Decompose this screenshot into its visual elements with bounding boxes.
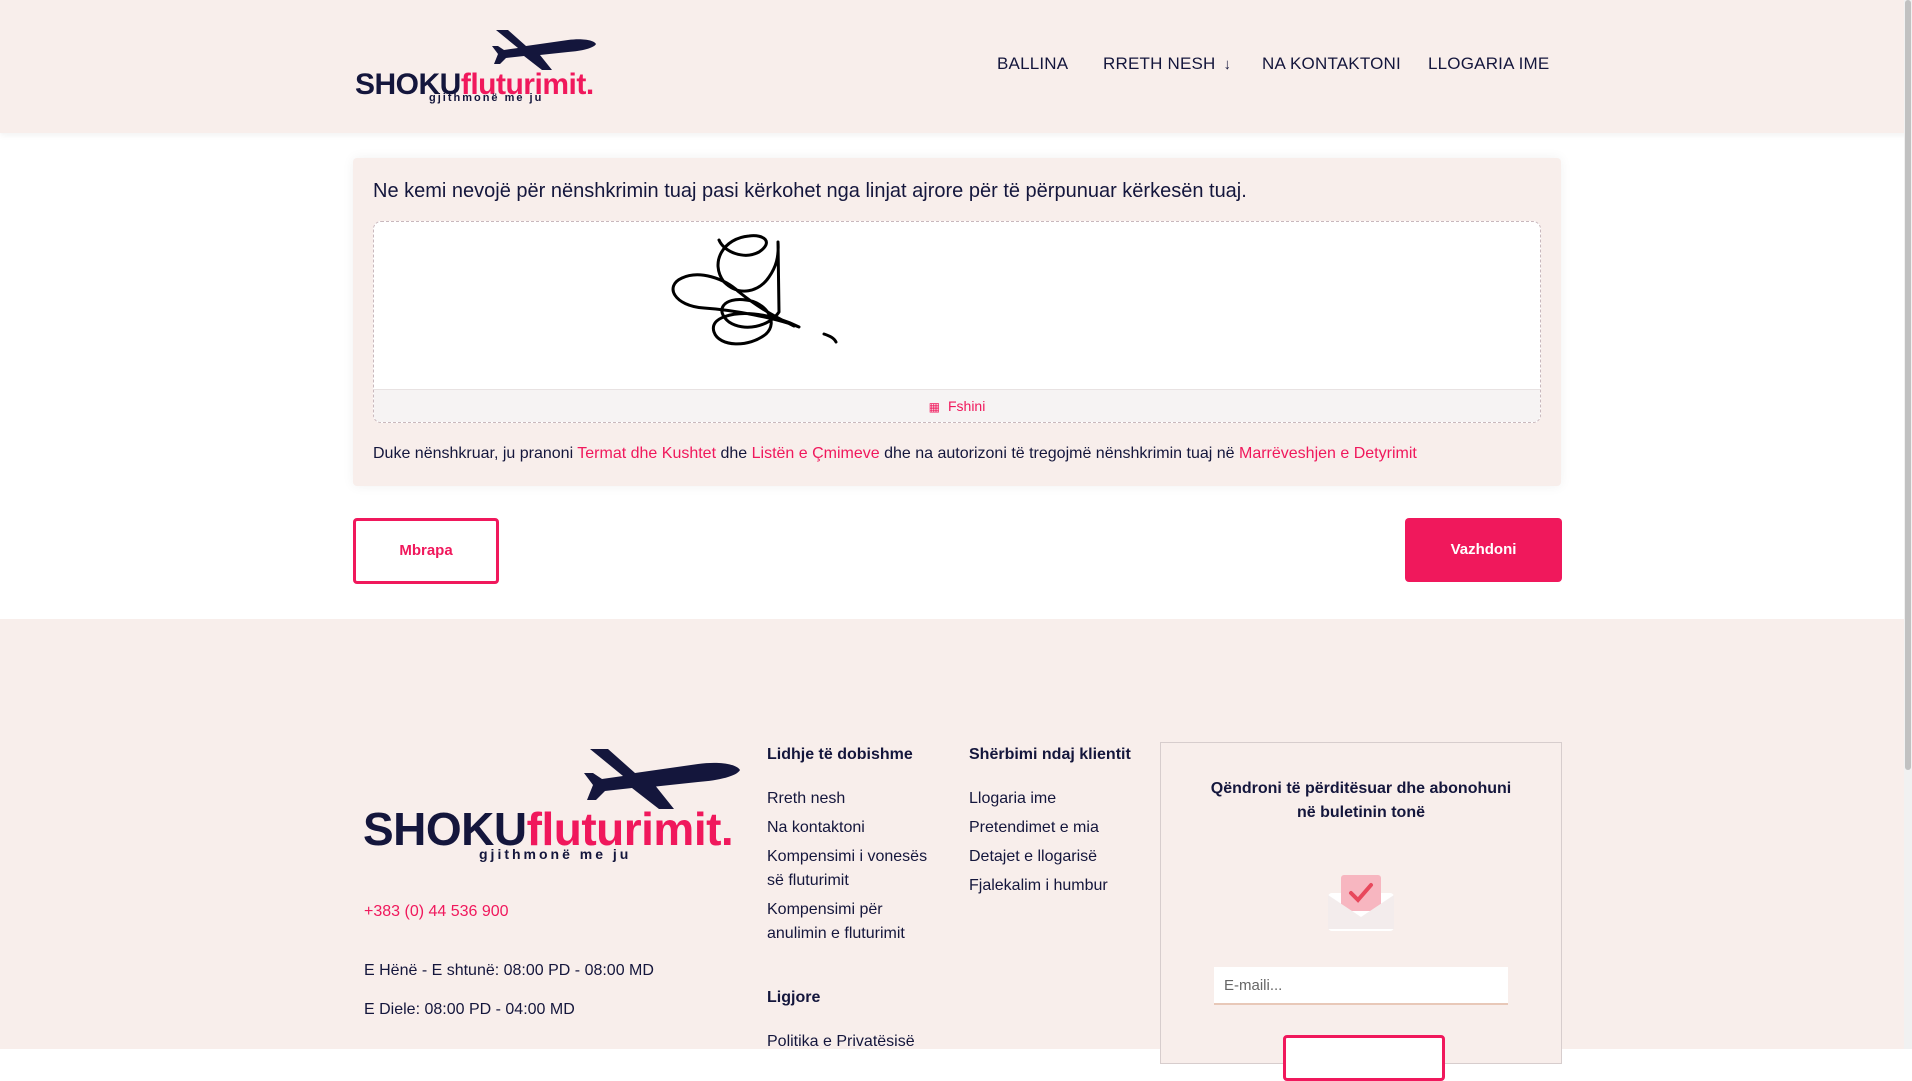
newsletter-email-input[interactable] [1214,967,1508,1005]
envelope-heart-icon [1328,875,1394,931]
signature-pad[interactable]: ▦ Fshini [373,221,1541,423]
newsletter-title: Qëndroni të përditësuar dhe abonohuni në… [1210,780,1512,821]
legal-heading: Ligjore [767,989,821,1006]
legal-text-2: dhe [716,445,752,462]
logo-tagline: gjithmonë me ju [429,92,544,104]
useful-links-heading: Lidhje të dobishme [767,746,913,763]
footer-link-cancellation-compensation[interactable]: Kompensimi për anulimin e fluturimit [767,898,937,946]
page-scrollbar[interactable] [1904,0,1912,1049]
nav-about-label: RRETH NESH [1103,54,1216,73]
signature-prompt: Ne kemi nevojë për nënshkrimin tuaj pasi… [373,180,1247,202]
continue-button[interactable]: Vazhdoni [1405,518,1562,582]
clear-signature-label: Fshini [947,398,986,414]
nav-contact[interactable]: NA KONTAKTONI [1262,54,1401,74]
footer-link-my-claims[interactable]: Pretendimet e mia [969,816,1099,840]
back-button[interactable]: Mbrapa [353,518,499,584]
legal-text-3: dhe na autorizoni të tregojmë nënshkrimi… [879,445,1239,462]
airplane-icon [492,30,596,70]
footer-link-my-account[interactable]: Llogaria ime [969,787,1056,811]
newsletter-subscribe-button[interactable] [1283,1035,1445,1081]
footer-logo-tagline: gjithmonë me ju [479,846,632,862]
footer-link-contact[interactable]: Na kontaktoni [767,816,937,840]
signature-drawing [671,234,838,346]
chevron-down-icon: ↓ [1223,56,1232,73]
clear-signature-button[interactable]: ▦ Fshini [374,389,1540,422]
footer-link-account-details[interactable]: Detajet e llogarisë [969,845,1097,869]
site-header: SHOKUfluturimit. gjithmonë me ju BALLINA… [0,0,1912,133]
nav-home[interactable]: BALLINA [997,54,1068,74]
footer-hours-weekday: E Hënë - E shtunë: 08:00 PD - 08:00 MD [364,962,654,979]
nav-about[interactable]: RRETH NESH ↓ [1103,54,1231,74]
newsletter-box: Qëndroni të përditësuar dhe abonohuni në… [1160,742,1562,1081]
site-footer [0,619,1912,1049]
scrollbar-thumb[interactable] [1905,0,1911,770]
site-logo[interactable]: SHOKUfluturimit. gjithmonë me ju [355,24,605,106]
footer-logo[interactable]: SHOKUfluturimit. gjithmonë me ju [363,740,743,870]
eraser-icon: ▦ [928,400,940,414]
footer-phone[interactable]: +383 (0) 44 536 900 [364,903,509,921]
nav-account[interactable]: LLOGARIA IME [1428,54,1549,74]
obligation-agreement-link[interactable]: Marrëveshjen e Detyrimit [1239,445,1417,462]
footer-link-lost-password[interactable]: Fjalekalim i humbur [969,874,1108,898]
footer-hours-sunday: E Diele: 08:00 PD - 04:00 MD [364,1001,575,1018]
legal-text-1: Duke nënshkruar, ju pranoni [373,445,578,462]
footer-link-delay-compensation[interactable]: Kompensimi i vonesës së fluturimit [767,845,937,893]
footer-link-privacy[interactable]: Politika e Privatësisë [767,1030,937,1054]
signature-legal-text: Duke nënshkruar, ju pranoni Termat dhe K… [373,445,1417,463]
price-list-link[interactable]: Listën e Çmimeve [752,445,880,462]
signature-card: Ne kemi nevojë për nënshkrimin tuaj pasi… [353,158,1561,486]
customer-service-heading: Shërbimi ndaj klientit [969,746,1131,763]
footer-link-about[interactable]: Rreth nesh [767,787,937,811]
terms-link[interactable]: Termat dhe Kushtet [577,445,716,462]
